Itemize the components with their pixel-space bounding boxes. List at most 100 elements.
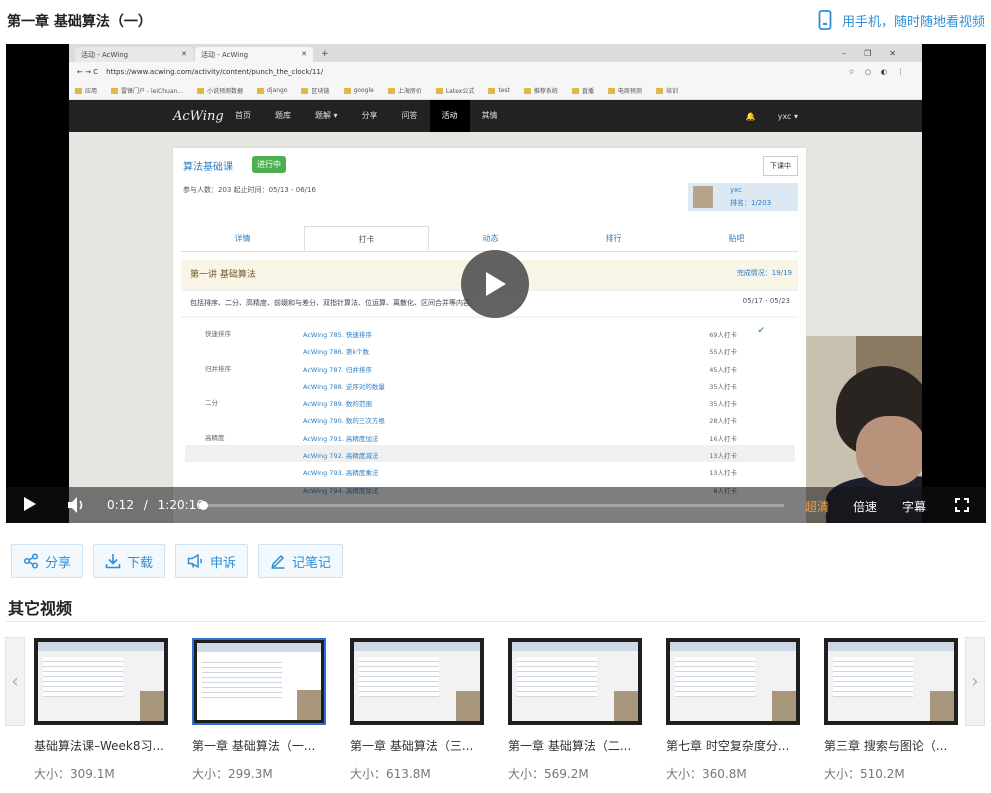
browser-tab: 活动 - AcWing ✕	[75, 47, 193, 62]
bookmark: test	[488, 87, 510, 94]
problem-name: AcWing 787. 归并排序	[303, 365, 372, 374]
video-size: 大小：309.1M	[34, 767, 115, 781]
video-card[interactable]: 第三章 搜索与图论（... 大小：510.2M	[824, 638, 958, 782]
video-card[interactable]: 第七章 时空复杂度分... 大小：360.8M	[666, 638, 800, 782]
problem-row: AcWing 790. 数的三次方根 28人打卡	[185, 410, 795, 427]
progress-handle[interactable]	[199, 501, 209, 510]
quality-button[interactable]: 超清	[805, 498, 829, 515]
video-size: 大小：569.2M	[508, 767, 589, 781]
take-note-button[interactable]: 记笔记	[258, 544, 344, 578]
phone-icon	[818, 10, 832, 30]
video-thumbnail[interactable]	[508, 638, 642, 725]
video-title[interactable]: 第三章 搜索与图论（...	[824, 737, 958, 754]
video-thumbnail[interactable]	[192, 638, 326, 725]
window-controls: –❐✕	[842, 49, 914, 58]
speed-button[interactable]: 倍速	[853, 498, 877, 515]
lecture-progress: 完成情况：19/19	[736, 269, 792, 277]
megaphone-icon	[187, 553, 203, 569]
problem-row: 二分 AcWing 789. 数的范围 35人打卡	[185, 393, 795, 410]
problem-checkin-count: 45人打卡	[709, 365, 737, 374]
problem-checkin-count: 69人打卡	[709, 331, 737, 339]
tab-checkin: 打卡	[304, 226, 429, 251]
bookmark: 培训	[656, 86, 678, 95]
video-thumbnail[interactable]	[350, 638, 484, 725]
problem-checkin-count: 35人打卡	[709, 400, 737, 409]
video-player[interactable]: 活动 - AcWing ✕ 活动 - AcWing ✕ + –❐✕ ← → C ht…	[6, 44, 986, 523]
play-icon	[24, 497, 36, 511]
problem-category: 快速排序	[205, 330, 231, 338]
page-header: 第一章 基础算法（一） 用手机，随时随地看视频	[0, 0, 991, 42]
check-icon: ✔	[757, 326, 765, 336]
time-display: 0:12 / 1:20:16	[107, 498, 204, 512]
acwing-nav-item: 问答	[401, 111, 418, 120]
problem-name: AcWing 788. 逆序对的数量	[303, 382, 385, 391]
tab-activity: 动态	[482, 234, 499, 243]
problem-name: AcWing 790. 数的三次方根	[303, 417, 385, 426]
problem-checkin-count: 28人打卡	[709, 417, 737, 426]
download-button[interactable]: 下载	[93, 544, 166, 578]
player-controls: 0:12 / 1:20:16 超清 倍速 字幕	[6, 487, 986, 523]
bookmark: Latex公式	[436, 86, 475, 95]
video-card[interactable]: 第一章 基础算法（三... 大小：613.8M	[350, 638, 484, 782]
slider-prev-button[interactable]: ‹	[5, 637, 25, 726]
video-title[interactable]: 第一章 基础算法（二...	[508, 737, 642, 754]
course-meta: 参与人数：203 起止时间：05/13 - 06/16	[183, 186, 316, 194]
bookmarks-bar: 应用 雷锋门户 - leiChuan... 小说预测数据 django 区块链 …	[69, 82, 922, 100]
video-card[interactable]: 基础算法课–Week8习... 大小：309.1M	[34, 638, 168, 782]
duration: 1:20:16	[157, 498, 204, 512]
problem-checkin-count: 13人打卡	[709, 452, 737, 461]
acwing-logo: AcWing	[173, 108, 224, 124]
mobile-watch-link[interactable]: 用手机，随时随地看视频	[818, 10, 985, 30]
share-button[interactable]: 分享	[11, 544, 84, 578]
user-card: yxc 排名：1/203	[688, 183, 798, 211]
video-thumbnail[interactable]	[666, 638, 800, 725]
bookmark: google	[344, 87, 374, 94]
slider-next-button[interactable]: ›	[965, 637, 985, 726]
problem-checkin-count: 55人打卡	[709, 348, 737, 357]
acwing-nav-item: 题库	[275, 111, 291, 120]
chevron-left-icon: ‹	[11, 671, 19, 692]
video-title[interactable]: 基础算法课–Week8习...	[34, 737, 168, 754]
share-icon	[23, 553, 39, 569]
video-thumbnail[interactable]	[34, 638, 168, 725]
lecture-date: 05/17 - 05/23	[742, 297, 790, 305]
mobile-link-label: 用手机，随时随地看视频	[841, 14, 985, 30]
course-card: 算法基础课 进行中 下课中 参与人数：203 起止时间：05/13 - 06/1…	[173, 148, 806, 523]
acwing-nav-item: 其情	[481, 111, 498, 120]
subtitle-button[interactable]: 字幕	[902, 498, 926, 515]
pencil-icon	[271, 554, 285, 569]
complain-button[interactable]: 申诉	[175, 544, 249, 578]
acwing-nav-item: 分享	[361, 111, 378, 120]
status-badge: 进行中	[252, 156, 286, 173]
big-play-button[interactable]	[461, 250, 529, 318]
play-button[interactable]	[23, 496, 37, 515]
bell-icon: 🔔	[745, 111, 756, 121]
user-rank: 排名：1/203	[730, 199, 772, 207]
progress-bar[interactable]	[199, 501, 784, 510]
avatar	[693, 186, 713, 208]
video-card[interactable]: 第一章 基础算法（一... 大小：299.3M	[192, 638, 326, 782]
bookmark: 电商预测	[608, 86, 642, 95]
problem-checkin-count: 13人打卡	[709, 469, 737, 478]
problem-name: AcWing 791. 高精度加法	[303, 434, 379, 443]
video-card[interactable]: 第一章 基础算法（二... 大小：569.2M	[508, 638, 642, 782]
problem-name: AcWing 793. 高精度乘法	[303, 469, 379, 478]
fullscreen-button[interactable]	[955, 498, 969, 515]
video-title[interactable]: 第七章 时空复杂度分...	[666, 737, 800, 754]
page-title: 第一章 基础算法（一）	[7, 14, 152, 30]
tab-ranking: 排行	[605, 234, 622, 243]
bookmark: 区块链	[301, 86, 329, 95]
chevron-right-icon: ›	[971, 671, 979, 692]
bookmark: 上海房价	[388, 86, 422, 95]
play-icon	[486, 272, 506, 296]
browser-tab: 活动 - AcWing ✕	[195, 47, 313, 62]
problem-list: 快速排序 AcWing 785. 快速排序 69人打卡 ✔ AcWing 786. 第k…	[185, 324, 795, 497]
problem-row: 归并排序 AcWing 787. 归并排序 45人打卡	[185, 359, 795, 376]
bookmark: 雷锋门户 - leiChuan...	[111, 86, 183, 95]
video-title[interactable]: 第一章 基础算法（一...	[192, 737, 326, 754]
bookmark: django	[257, 87, 287, 94]
volume-button[interactable]	[67, 496, 87, 517]
bookmark: 小说预测数据	[197, 86, 243, 95]
video-thumbnail[interactable]	[824, 638, 958, 725]
video-title[interactable]: 第一章 基础算法（三...	[350, 737, 484, 754]
